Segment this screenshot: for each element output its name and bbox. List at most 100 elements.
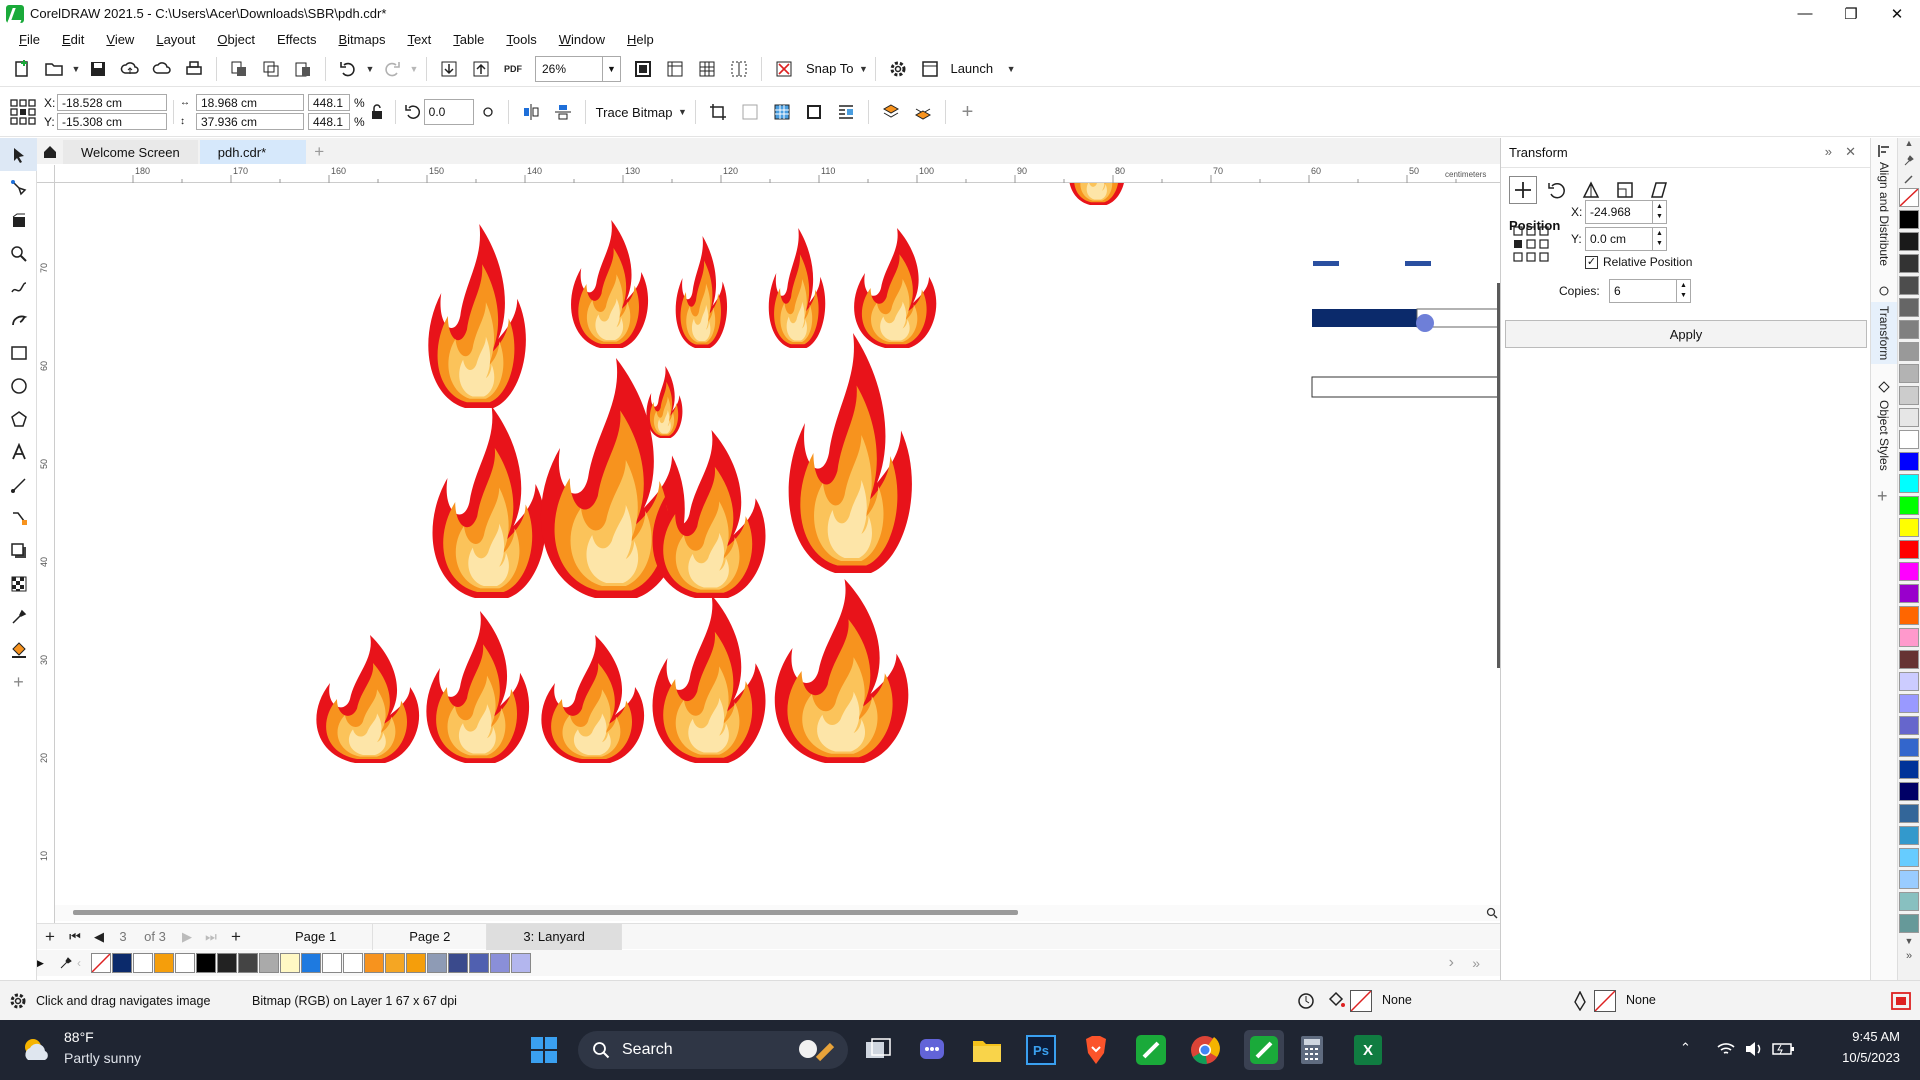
position-mode-icon[interactable] [1509, 176, 1537, 204]
new-tab-icon[interactable]: + [308, 140, 330, 164]
add-docker-icon[interactable]: + [1877, 486, 1888, 507]
flame-artwork[interactable] [55, 183, 1500, 905]
task-view-icon[interactable] [864, 1036, 892, 1064]
zoom-dropdown[interactable]: ▼ [603, 55, 621, 82]
copy-icon[interactable] [255, 54, 287, 84]
add-toolbar-item-icon[interactable]: + [952, 97, 984, 127]
flame-shape[interactable] [428, 224, 526, 408]
flame-shape[interactable] [774, 579, 909, 763]
flame-shape[interactable] [675, 236, 728, 348]
menu-table[interactable]: Table [442, 32, 495, 47]
connector-tool-icon[interactable] [0, 501, 37, 534]
flame-shape[interactable] [571, 220, 649, 348]
launch-app-icon[interactable] [914, 54, 946, 84]
flame-shape[interactable] [316, 635, 420, 763]
palette-color-swatch[interactable] [301, 953, 321, 973]
relative-position-checkbox[interactable]: ✓ [1585, 255, 1598, 269]
palette-color-swatch[interactable] [427, 953, 447, 973]
palette-scroll-right-icon[interactable]: › [1449, 954, 1454, 972]
import-icon[interactable] [433, 54, 465, 84]
first-page-icon[interactable]: ⏮ [63, 924, 87, 950]
coreldraw-active-taskbar-icon[interactable] [1244, 1030, 1284, 1070]
cut-icon[interactable] [223, 54, 255, 84]
undo-icon[interactable] [332, 54, 364, 84]
width-input[interactable]: 18.968 cm [196, 94, 304, 111]
flame-shape[interactable] [1068, 183, 1126, 205]
show-grid-icon[interactable] [691, 54, 723, 84]
pick-tool-icon[interactable] [0, 138, 37, 171]
page-tab-1[interactable]: Page 1 [259, 923, 374, 950]
palette-color-swatch[interactable] [259, 953, 279, 973]
lanyard-logo[interactable] [1405, 261, 1431, 266]
zoom-navigator-icon[interactable] [1484, 905, 1500, 921]
color-bar-swatch[interactable] [1899, 540, 1919, 559]
polygon-tool-icon[interactable] [0, 402, 37, 435]
scale-width-input[interactable]: 448.1 [308, 94, 350, 111]
menu-window[interactable]: Window [548, 32, 616, 47]
docker-collapse-icon[interactable]: » [1825, 144, 1832, 159]
open-folder-icon[interactable] [38, 54, 70, 84]
docker-x-input[interactable]: -24.968 cm [1585, 200, 1653, 241]
to-back-icon[interactable] [907, 97, 939, 127]
photoshop-icon[interactable]: Ps [1026, 1035, 1056, 1065]
color-bar-swatch[interactable] [1899, 606, 1919, 625]
teams-chat-icon[interactable] [918, 1036, 946, 1064]
mirror-horizontal-icon[interactable] [515, 97, 547, 127]
palette-color-swatch[interactable] [280, 953, 300, 973]
menu-file[interactable]: File [8, 32, 51, 47]
color-bar-swatch[interactable] [1899, 430, 1919, 449]
full-screen-preview-icon[interactable] [627, 54, 659, 84]
menu-view[interactable]: View [95, 32, 145, 47]
dock-tab-transform[interactable]: Transform [1871, 302, 1897, 365]
reference-point-icon[interactable] [6, 97, 40, 127]
brave-browser-icon[interactable] [1082, 1035, 1110, 1065]
drawing-canvas[interactable] [55, 183, 1500, 923]
drop-shadow-tool-icon[interactable] [0, 534, 37, 567]
close-icon[interactable]: ✕ [1874, 0, 1920, 27]
palette-scroll-down-icon[interactable]: ▼ [1898, 936, 1920, 950]
color-bar-swatch[interactable] [1899, 518, 1919, 537]
palette-color-swatch[interactable] [196, 953, 216, 973]
color-bar-swatch[interactable] [1899, 320, 1919, 339]
no-color-swatch[interactable] [91, 953, 111, 973]
color-bar-swatch[interactable] [1899, 892, 1919, 911]
y-position-input[interactable]: -15.308 cm [57, 113, 167, 130]
cloud-download-icon[interactable] [146, 54, 178, 84]
menu-bitmaps[interactable]: Bitmaps [327, 32, 396, 47]
palette-expand-icon[interactable]: » [1898, 950, 1920, 964]
color-bar-swatch[interactable] [1899, 804, 1919, 823]
color-bar-swatch[interactable] [1899, 232, 1919, 251]
color-bar-swatch[interactable] [1899, 672, 1919, 691]
fill-color-swatch[interactable] [1350, 990, 1372, 1012]
tab-welcome-screen[interactable]: Welcome Screen [63, 140, 198, 164]
anchor-grid[interactable] [1513, 226, 1549, 262]
tab-pdh-cdr[interactable]: pdh.cdr* [199, 140, 307, 164]
lanyard-logo[interactable] [1313, 261, 1339, 266]
color-bar-swatch[interactable] [1899, 760, 1919, 779]
next-page-icon[interactable]: ▶ [175, 924, 199, 950]
zoom-level-field[interactable]: 26% [535, 55, 603, 82]
palette-color-swatch[interactable] [364, 953, 384, 973]
palette-color-swatch[interactable] [175, 953, 195, 973]
start-windows-icon[interactable] [530, 1036, 558, 1064]
color-bar-swatch[interactable] [1899, 452, 1919, 471]
flame-shape[interactable] [854, 228, 937, 348]
flame-shape[interactable] [768, 228, 826, 348]
palette-scroll-up-icon[interactable]: ▲ [1898, 138, 1920, 152]
color-eyedropper-icon[interactable] [55, 956, 77, 970]
x-position-input[interactable]: -18.528 cm [57, 94, 167, 111]
color-bar-swatch[interactable] [1899, 650, 1919, 669]
freehand-tool-icon[interactable] [0, 270, 37, 303]
weather-sun-cloud-icon[interactable] [20, 1034, 52, 1066]
snap-to-label[interactable]: Snap To [806, 61, 853, 76]
coreldraw-taskbar-icon[interactable] [1136, 1035, 1166, 1065]
excel-icon[interactable]: X [1354, 1035, 1382, 1065]
home-icon[interactable] [37, 140, 63, 164]
palette-color-swatch[interactable] [406, 953, 426, 973]
palette-color-swatch[interactable] [133, 953, 153, 973]
last-page-icon[interactable]: ⏭ [199, 924, 223, 950]
dimension-tool-icon[interactable] [0, 468, 37, 501]
palette-color-swatch[interactable] [238, 953, 258, 973]
bitmap-mask-icon[interactable] [766, 97, 798, 127]
color-bar-swatch[interactable] [1899, 826, 1919, 845]
